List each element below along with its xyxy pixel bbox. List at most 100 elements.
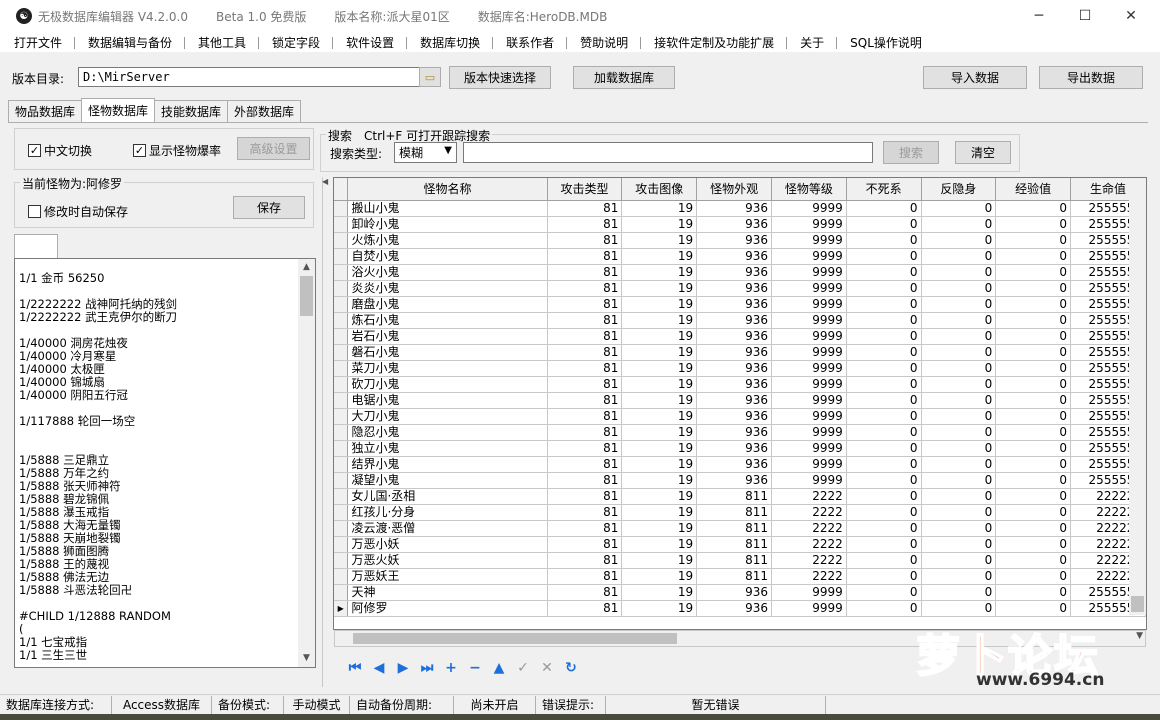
table-cell[interactable]: 81 (547, 600, 623, 617)
version-dir-input[interactable]: D:\MirServer (78, 67, 420, 87)
table-cell[interactable]: 811 (696, 504, 772, 521)
table-cell[interactable]: 0 (921, 488, 997, 505)
table-cell[interactable]: 0 (846, 584, 922, 601)
table-cell[interactable]: 936 (696, 280, 772, 297)
table-cell[interactable]: 81 (547, 552, 623, 569)
monster-name-cell[interactable]: 磨盘小鬼 (347, 296, 548, 313)
table-cell[interactable]: 0 (995, 424, 1071, 441)
table-cell[interactable]: 0 (995, 296, 1071, 313)
table-row[interactable]: 自焚小鬼 81 19 936 9999 0 0 0 2555555 (334, 248, 1146, 265)
drop-list-memo[interactable]: 1/1 金币 56250 1/2222222 战神阿托纳的残剑 1/2222222 … (14, 258, 316, 668)
table-row[interactable]: ▶ 阿修罗 81 19 936 9999 0 0 0 2555555 (334, 600, 1146, 617)
monster-name-cell[interactable]: 万恶小妖 (347, 536, 548, 553)
monster-name-cell[interactable]: 火炼小鬼 (347, 232, 548, 249)
table-cell[interactable]: 0 (921, 232, 997, 249)
monster-name-cell[interactable]: 砍刀小鬼 (347, 376, 548, 393)
table-cell[interactable]: 0 (921, 296, 997, 313)
chinese-switch-checkbox[interactable]: ✓ 中文切换 (28, 142, 92, 159)
scroll-down-icon[interactable]: ▼ (298, 650, 315, 667)
table-cell[interactable]: 811 (696, 536, 772, 553)
table-cell[interactable]: 81 (547, 584, 623, 601)
table-row[interactable]: 凌云渡·恶僧 81 19 811 2222 0 0 0 222222 (334, 520, 1146, 537)
table-cell[interactable]: 0 (995, 344, 1071, 361)
table-cell[interactable]: 19 (621, 568, 698, 585)
table-cell[interactable]: 19 (621, 264, 698, 281)
table-cell[interactable]: 936 (696, 584, 772, 601)
table-cell[interactable]: 936 (696, 600, 772, 617)
table-row[interactable]: 隐忍小鬼 81 19 936 9999 0 0 0 2555555 (334, 424, 1146, 441)
table-row[interactable]: 万恶小妖 81 19 811 2222 0 0 0 222222 (334, 536, 1146, 553)
table-cell[interactable]: 0 (995, 552, 1071, 569)
monster-name-cell[interactable]: 女儿国·丞相 (347, 488, 548, 505)
table-cell[interactable]: 81 (547, 408, 623, 425)
table-cell[interactable]: 0 (846, 280, 922, 297)
table-cell[interactable]: 0 (846, 424, 922, 441)
monster-name-cell[interactable]: 卸岭小鬼 (347, 216, 548, 233)
table-cell[interactable]: 0 (921, 424, 997, 441)
folder-icon[interactable]: ▭ (419, 67, 441, 87)
table-cell[interactable]: 2222 (771, 568, 847, 585)
table-cell[interactable]: 0 (846, 328, 922, 345)
table-cell[interactable]: 81 (547, 536, 623, 553)
table-row[interactable]: 万恶火妖 81 19 811 2222 0 0 0 222222 (334, 552, 1146, 569)
table-cell[interactable]: 0 (921, 456, 997, 473)
table-row[interactable]: 天神 81 19 936 9999 0 0 0 2555555 (334, 584, 1146, 601)
table-cell[interactable]: 19 (621, 424, 698, 441)
table-cell[interactable]: 0 (921, 552, 997, 569)
monster-name-cell[interactable]: 大刀小鬼 (347, 408, 548, 425)
monster-name-cell[interactable]: 红孩儿·分身 (347, 504, 548, 521)
table-cell[interactable]: 2222 (771, 520, 847, 537)
table-cell[interactable]: 19 (621, 408, 698, 425)
table-cell[interactable]: 0 (846, 232, 922, 249)
table-cell[interactable]: 81 (547, 296, 623, 313)
table-cell[interactable]: 0 (995, 600, 1071, 617)
table-cell[interactable]: 0 (846, 600, 922, 617)
table-cell[interactable]: 936 (696, 360, 772, 377)
monster-name-cell[interactable]: 自焚小鬼 (347, 248, 548, 265)
menu-other-tools[interactable]: 其他工具 (184, 34, 258, 51)
delete-icon[interactable]: − (463, 657, 487, 679)
grid-hscroll-thumb[interactable] (353, 633, 677, 644)
table-cell[interactable]: 81 (547, 376, 623, 393)
table-cell[interactable]: 19 (621, 280, 698, 297)
first-icon[interactable]: ⏮ (343, 657, 367, 679)
table-cell[interactable]: 0 (921, 504, 997, 521)
column-header[interactable]: 反隐身 (921, 178, 997, 201)
monster-name-cell[interactable]: 阿修罗 (347, 600, 548, 617)
table-cell[interactable]: 19 (621, 520, 698, 537)
table-cell[interactable]: 0 (846, 264, 922, 281)
table-cell[interactable]: 9999 (771, 440, 847, 457)
table-cell[interactable]: 9999 (771, 600, 847, 617)
memo-scroll-thumb[interactable] (300, 276, 313, 316)
table-cell[interactable]: 9999 (771, 376, 847, 393)
monster-name-cell[interactable]: 天神 (347, 584, 548, 601)
table-cell[interactable]: 81 (547, 456, 623, 473)
table-cell[interactable]: 81 (547, 392, 623, 409)
table-cell[interactable]: 9999 (771, 456, 847, 473)
table-cell[interactable]: 0 (846, 344, 922, 361)
monster-name-cell[interactable]: 菜刀小鬼 (347, 360, 548, 377)
table-cell[interactable]: 0 (995, 520, 1071, 537)
table-cell[interactable]: 811 (696, 520, 772, 537)
menu-settings[interactable]: 软件设置 (332, 34, 406, 51)
table-cell[interactable]: 9999 (771, 392, 847, 409)
table-cell[interactable]: 81 (547, 344, 623, 361)
table-cell[interactable]: 0 (921, 440, 997, 457)
table-cell[interactable]: 9999 (771, 344, 847, 361)
table-cell[interactable]: 19 (621, 312, 698, 329)
table-cell[interactable]: 9999 (771, 424, 847, 441)
column-header[interactable]: 怪物等级 (771, 178, 847, 201)
table-cell[interactable]: 936 (696, 232, 772, 249)
column-header[interactable]: 攻击图像 (621, 178, 698, 201)
table-cell[interactable]: 2222 (771, 536, 847, 553)
table-cell[interactable]: 0 (995, 440, 1071, 457)
export-data-button[interactable]: 导出数据 (1039, 66, 1143, 89)
table-cell[interactable]: 9999 (771, 312, 847, 329)
table-cell[interactable]: 0 (995, 312, 1071, 329)
table-cell[interactable]: 0 (995, 376, 1071, 393)
minimize-icon[interactable]: ─ (1016, 0, 1062, 32)
table-cell[interactable]: 19 (621, 584, 698, 601)
table-cell[interactable]: 19 (621, 200, 698, 217)
table-cell[interactable]: 19 (621, 232, 698, 249)
table-cell[interactable]: 0 (995, 216, 1071, 233)
